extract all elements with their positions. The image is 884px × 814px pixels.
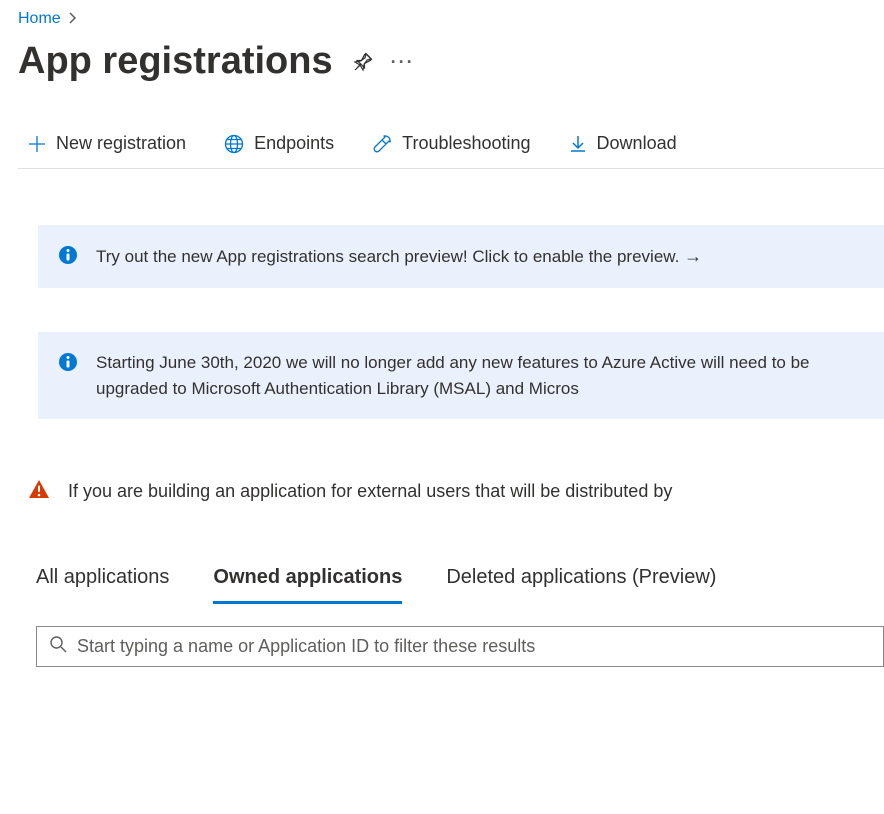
endpoints-label: Endpoints xyxy=(254,133,334,154)
info-icon xyxy=(58,245,78,270)
download-button[interactable]: Download xyxy=(569,133,677,154)
search-box[interactable] xyxy=(36,626,884,667)
chevron-right-icon xyxy=(69,11,77,27)
preview-banner[interactable]: Try out the new App registrations search… xyxy=(38,225,884,288)
breadcrumb: Home xyxy=(18,10,884,28)
info-icon xyxy=(58,352,78,377)
page-title: App registrations xyxy=(18,40,333,83)
wrench-icon xyxy=(372,134,392,154)
more-icon[interactable]: ··· xyxy=(393,52,413,72)
tab-deleted-applications[interactable]: Deleted applications (Preview) xyxy=(446,560,716,604)
plus-icon xyxy=(28,135,46,153)
toolbar: New registration Endpoints Troubleshooti… xyxy=(18,133,884,169)
new-registration-label: New registration xyxy=(56,133,186,154)
troubleshooting-label: Troubleshooting xyxy=(402,133,530,154)
tabs: All applications Owned applications Dele… xyxy=(36,560,884,604)
globe-icon xyxy=(224,134,244,154)
warning-row: If you are building an application for e… xyxy=(28,479,884,504)
page-header: App registrations ··· xyxy=(18,40,884,83)
download-label: Download xyxy=(597,133,677,154)
endpoints-button[interactable]: Endpoints xyxy=(224,133,334,154)
pin-icon[interactable] xyxy=(353,52,373,72)
warning-text: If you are building an application for e… xyxy=(68,481,672,502)
search-input[interactable] xyxy=(77,636,871,657)
new-registration-button[interactable]: New registration xyxy=(28,133,186,154)
arrow-right-icon: → xyxy=(684,246,702,266)
tab-owned-applications[interactable]: Owned applications xyxy=(213,560,402,604)
preview-banner-text: Try out the new App registrations search… xyxy=(96,243,702,270)
deprecation-banner: Starting June 30th, 2020 we will no long… xyxy=(38,332,884,419)
warning-icon xyxy=(28,479,50,504)
deprecation-banner-text: Starting June 30th, 2020 we will no long… xyxy=(96,350,864,401)
breadcrumb-home-link[interactable]: Home xyxy=(18,10,61,28)
download-icon xyxy=(569,135,587,153)
troubleshooting-button[interactable]: Troubleshooting xyxy=(372,133,530,154)
search-icon xyxy=(49,635,67,658)
tab-all-applications[interactable]: All applications xyxy=(36,560,169,604)
